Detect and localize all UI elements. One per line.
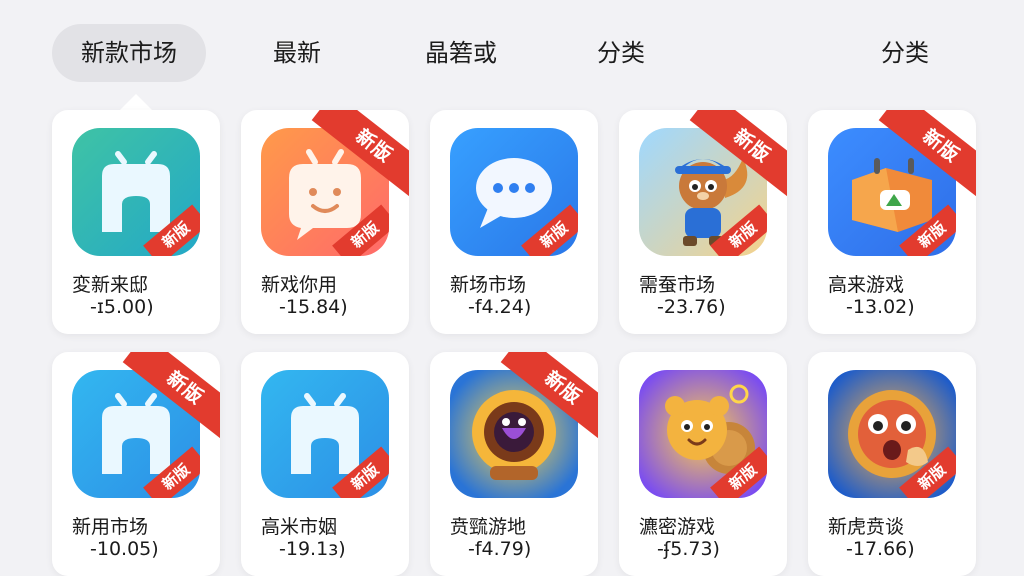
tab-category[interactable]: 分类 xyxy=(580,24,662,82)
app-price: -15.84) xyxy=(279,296,348,318)
surprised-creature-icon: 新版 xyxy=(828,370,956,498)
app-price: -f4.79) xyxy=(468,538,532,560)
app-name: 高来游戏 xyxy=(828,274,905,296)
chat-bubble-icon: 新版 xyxy=(450,128,578,256)
app-price: -ʄ5.73) xyxy=(657,538,720,560)
app-card-9[interactable]: 新版 瀌密游戏 -ʄ5.73) xyxy=(619,352,787,576)
app-name: 需蚕市场 xyxy=(639,274,716,296)
app-name: 高米市姻 xyxy=(261,516,338,538)
app-price: -13.02) xyxy=(846,296,915,318)
app-card-5[interactable]: 新版 新版 高来游戏 -13.02) xyxy=(808,110,976,334)
app-price: -17.66) xyxy=(846,538,915,560)
app-card-2[interactable]: 新版 新版 新戏你用 -15.84) xyxy=(241,110,409,334)
app-card-8[interactable]: 新版 贲巰游地 -f4.79) xyxy=(430,352,598,576)
tab-category-2[interactable]: 分类 xyxy=(864,24,946,82)
robot-tv-icon: 新版 xyxy=(261,370,389,498)
tab-latest[interactable]: 最新 xyxy=(256,24,338,82)
app-card-7[interactable]: 新版 高米市姻 -19.1ɜ) xyxy=(241,352,409,576)
active-tab-pointer xyxy=(120,94,152,110)
category-tabs: 新款市场 最新 晶箬或 分类 分类 xyxy=(0,24,1024,82)
app-card-10[interactable]: 新版 新虎贲谈 -17.66) xyxy=(808,352,976,576)
app-price: -ɪ5.00) xyxy=(90,296,154,318)
tab-third[interactable]: 晶箬或 xyxy=(406,24,516,82)
app-name: 新虎贲谈 xyxy=(828,516,905,538)
tab-new-market[interactable]: 新款市场 xyxy=(52,24,206,82)
app-price: -23.76) xyxy=(657,296,726,318)
app-card-6[interactable]: 新版 新版 新用市场 -10.05) xyxy=(52,352,220,576)
app-price: -f4.24) xyxy=(468,296,532,318)
app-name: 贲巰游地 xyxy=(450,516,527,538)
robot-tv-icon: 新版 xyxy=(72,128,200,256)
app-name: 新用市场 xyxy=(72,516,149,538)
app-name: 新戏你用 xyxy=(261,274,338,296)
app-card-4[interactable]: 新版 新版 需蚕市场 -23.76) xyxy=(619,110,787,334)
app-card-1[interactable]: 新版 変新来邸 -ɪ5.00) xyxy=(52,110,220,334)
app-price: -19.1ɜ) xyxy=(279,538,346,560)
app-card-3[interactable]: 新版 新场市场 -f4.24) xyxy=(430,110,598,334)
app-name: 変新来邸 xyxy=(72,274,149,296)
bear-cookie-icon: 新版 xyxy=(639,370,767,498)
app-name: 新场市场 xyxy=(450,274,527,296)
app-name: 瀌密游戏 xyxy=(639,516,716,538)
app-price: -10.05) xyxy=(90,538,159,560)
